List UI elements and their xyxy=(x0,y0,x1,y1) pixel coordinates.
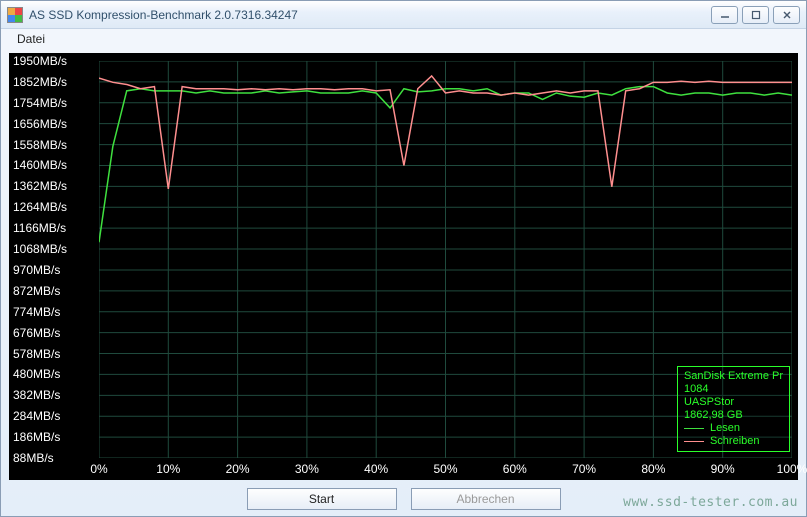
x-tick-label: 70% xyxy=(572,462,596,476)
legend-read-row: Lesen xyxy=(684,422,783,435)
y-tick-label: 1264MB/s xyxy=(13,200,67,214)
menubar: Datei xyxy=(1,29,806,49)
x-tick-label: 40% xyxy=(364,462,388,476)
menu-file[interactable]: Datei xyxy=(11,30,51,48)
y-tick-label: 186MB/s xyxy=(13,430,60,444)
legend-read-label: Lesen xyxy=(710,422,740,435)
y-tick-label: 1362MB/s xyxy=(13,179,67,193)
y-tick-label: 676MB/s xyxy=(13,326,60,340)
x-tick-label: 30% xyxy=(295,462,319,476)
maximize-icon xyxy=(751,10,761,20)
app-window: AS SSD Kompression-Benchmark 2.0.7316.34… xyxy=(0,0,807,517)
x-tick-label: 0% xyxy=(90,462,107,476)
y-tick-label: 480MB/s xyxy=(13,367,60,381)
y-tick-label: 970MB/s xyxy=(13,263,60,277)
y-tick-label: 578MB/s xyxy=(13,347,60,361)
x-tick-label: 50% xyxy=(433,462,457,476)
legend-write-row: Schreiben xyxy=(684,435,783,448)
legend-controller: UASPStor xyxy=(684,396,783,409)
minimize-button[interactable] xyxy=(711,6,738,24)
y-tick-label: 1950MB/s xyxy=(13,54,67,68)
window-title: AS SSD Kompression-Benchmark 2.0.7316.34… xyxy=(29,8,298,22)
close-button[interactable] xyxy=(773,6,800,24)
start-button[interactable]: Start xyxy=(247,488,397,510)
y-tick-label: 1852MB/s xyxy=(13,75,67,89)
abort-button[interactable]: Abbrechen xyxy=(411,488,561,510)
chart-area: SanDisk Extreme Pr 1084 UASPStor 1862,98… xyxy=(9,53,798,480)
y-tick-label: 382MB/s xyxy=(13,388,60,402)
y-tick-label: 284MB/s xyxy=(13,409,60,423)
y-tick-label: 1754MB/s xyxy=(13,96,67,110)
maximize-button[interactable] xyxy=(742,6,769,24)
y-tick-label: 872MB/s xyxy=(13,284,60,298)
x-tick-label: 80% xyxy=(641,462,665,476)
close-icon xyxy=(782,10,792,20)
x-tick-label: 10% xyxy=(156,462,180,476)
titlebar: AS SSD Kompression-Benchmark 2.0.7316.34… xyxy=(1,1,806,29)
x-tick-label: 100% xyxy=(777,462,807,476)
legend-model-code: 1084 xyxy=(684,383,783,396)
legend-read-swatch xyxy=(684,428,704,429)
y-tick-label: 1460MB/s xyxy=(13,158,67,172)
watermark: www.ssd-tester.com.au xyxy=(623,495,798,510)
legend: SanDisk Extreme Pr 1084 UASPStor 1862,98… xyxy=(677,366,790,452)
y-tick-label: 1068MB/s xyxy=(13,242,67,256)
x-tick-label: 60% xyxy=(503,462,527,476)
legend-device: SanDisk Extreme Pr xyxy=(684,370,783,383)
y-tick-label: 1166MB/s xyxy=(13,221,66,235)
x-tick-label: 90% xyxy=(711,462,735,476)
legend-capacity: 1862,98 GB xyxy=(684,409,783,422)
x-tick-label: 20% xyxy=(226,462,250,476)
y-tick-label: 88MB/s xyxy=(13,451,54,465)
legend-write-swatch xyxy=(684,441,704,442)
app-icon xyxy=(7,7,23,23)
bottom-bar: Start Abbrechen www.ssd-tester.com.au xyxy=(1,482,806,516)
minimize-icon xyxy=(720,10,730,20)
y-tick-label: 1558MB/s xyxy=(13,138,67,152)
y-tick-label: 774MB/s xyxy=(13,305,60,319)
legend-write-label: Schreiben xyxy=(710,435,760,448)
y-tick-label: 1656MB/s xyxy=(13,117,67,131)
